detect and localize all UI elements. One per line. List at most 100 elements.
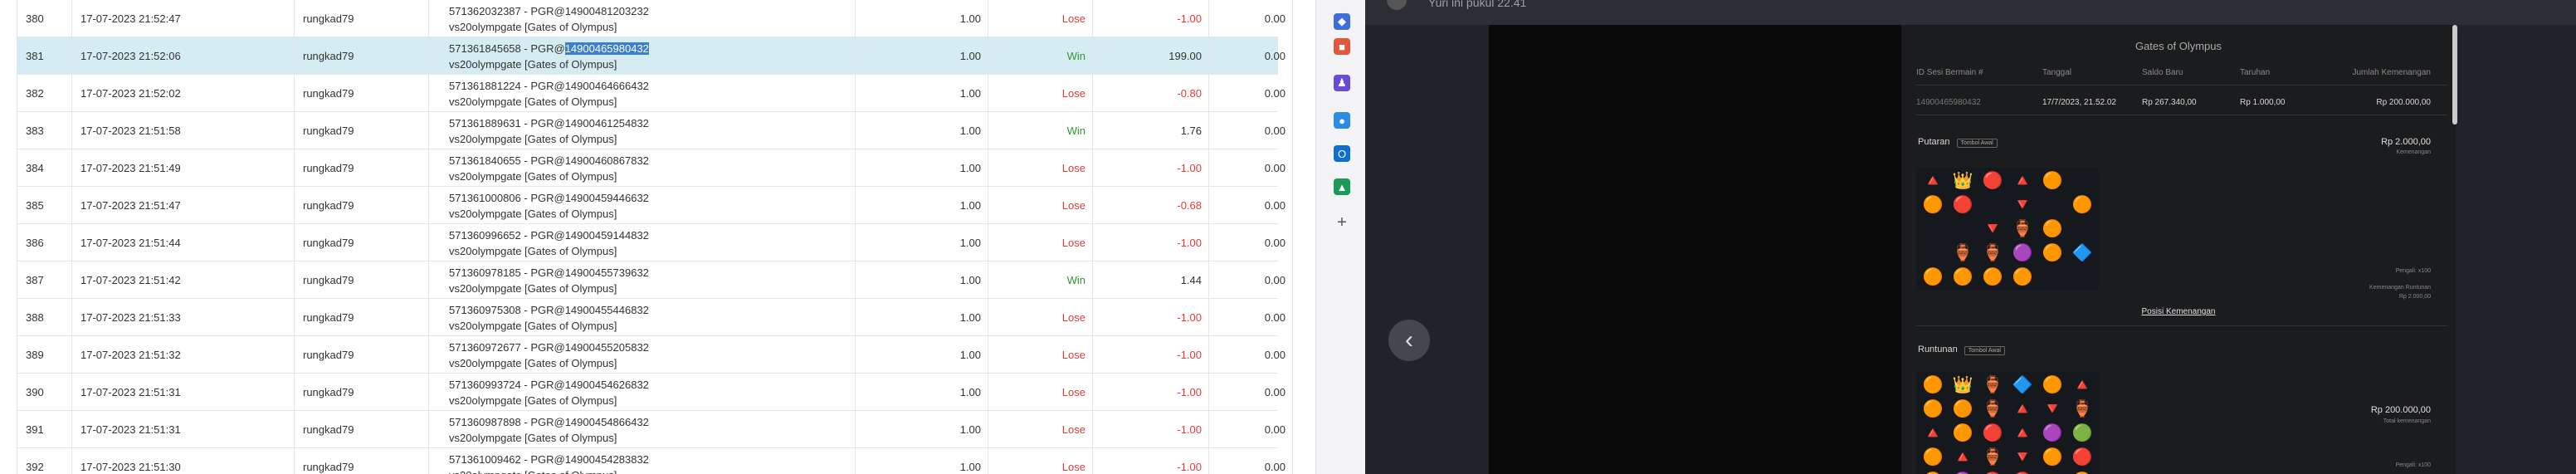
transaction-suffix: 14900454283832: [564, 453, 649, 466]
row-game: vs20olympgate [Gates of Olympus]: [449, 320, 617, 332]
panel-scrollbar[interactable]: [2452, 25, 2457, 125]
table-row[interactable]: 387 17-07-2023 21:51:42 rungkad79 571360978…: [17, 261, 1293, 299]
cell-result: Lose: [988, 187, 1092, 224]
cell-balance: 0.00: [1208, 299, 1293, 336]
row-transaction-id[interactable]: 571361000806 - PGR@14900459446632: [449, 192, 649, 204]
transaction-prefix: 571360993724 - PGR@: [449, 379, 565, 391]
cell-description: 571360993724 - PGR@14900454626832 vs20oly…: [428, 374, 855, 411]
gem-symbol: 🟢: [2071, 423, 2093, 442]
table-row[interactable]: 390 17-07-2023 21:51:31 rungkad79 571360993…: [17, 374, 1293, 411]
row-result: Lose: [1061, 12, 1086, 25]
row-transaction-id[interactable]: 571360993724 - PGR@14900454626832: [449, 379, 649, 391]
cell-result: Win: [988, 37, 1092, 75]
row-bet: 1.00: [959, 274, 981, 286]
cell-bet: 1.00: [855, 149, 988, 187]
table-row[interactable]: 388 17-07-2023 21:51:33 rungkad79 571360975…: [17, 299, 1293, 336]
copilot-icon[interactable]: ●: [1334, 112, 1350, 129]
cell-result: Lose: [988, 75, 1092, 112]
row-bet: 1.00: [959, 199, 981, 212]
row-transaction-id[interactable]: 571360975308 - PGR@14900455446832: [449, 304, 649, 316]
gem-symbol: 🔴: [2071, 447, 2093, 467]
cell-winloss: 1.76: [1092, 112, 1208, 149]
cell-date: 17-07-2023 21:52:02: [71, 75, 294, 112]
avatar[interactable]: [1387, 0, 1407, 10]
row-transaction-id[interactable]: 571361881224 - PGR@14900464666432: [449, 80, 649, 92]
cell-no: 389: [17, 336, 71, 374]
row-result: Lose: [1061, 162, 1086, 174]
tag-icon[interactable]: ◆: [1334, 13, 1350, 30]
table-row[interactable]: 382 17-07-2023 21:52:02 rungkad79 571361881…: [17, 75, 1293, 112]
row-user: rungkad79: [303, 162, 354, 174]
row-number: 388: [26, 311, 44, 324]
history-value: Rp 267.340,00: [2142, 98, 2197, 107]
putaran-amount: Rp 2.000,00: [2381, 137, 2431, 147]
cell-winloss: -1.00: [1092, 374, 1208, 411]
runtunan-label: Runtunan: [1918, 345, 1958, 354]
row-number: 389: [26, 349, 44, 361]
row-transaction-id[interactable]: 571360987898 - PGR@14900454866432: [449, 416, 649, 428]
table-row[interactable]: 380 17-07-2023 21:52:47 rungkad79 571362032…: [17, 0, 1293, 37]
cell-winloss: -1.00: [1092, 149, 1208, 187]
gem-symbol: 🟠: [1922, 376, 1944, 395]
table-row[interactable]: 383 17-07-2023 21:51:58 rungkad79 571361889…: [17, 112, 1293, 149]
putaran-tag: Tombol Awal: [1956, 139, 1998, 148]
row-balance: 0.00: [1264, 274, 1286, 286]
cell-no: 384: [17, 149, 71, 187]
row-transaction-id[interactable]: 571360978185 - PGR@14900455739632: [449, 266, 649, 279]
outlook-icon[interactable]: O: [1334, 145, 1350, 162]
row-bet: 1.00: [959, 237, 981, 249]
row-transaction-id[interactable]: 571362032387 - PGR@14900481203232: [449, 5, 649, 17]
row-date: 17-07-2023 21:51:47: [80, 199, 181, 212]
row-transaction-id[interactable]: 571361889631 - PGR@14900461254832: [449, 117, 649, 129]
gem-symbol: 🔺: [2071, 376, 2093, 395]
team-icon[interactable]: ♟: [1334, 75, 1350, 91]
gem-symbol: [2068, 266, 2096, 288]
row-transaction-id[interactable]: 571360972677 - PGR@14900455205832: [449, 341, 649, 354]
cell-description: 571362032387 - PGR@14900481203232 vs20oly…: [428, 0, 855, 37]
row-balance: 0.00: [1264, 237, 1286, 249]
toolbox-icon[interactable]: ■: [1334, 38, 1350, 55]
cell-date: 17-07-2023 21:52:06: [71, 37, 294, 75]
gem-symbol: 🟠: [2042, 172, 2063, 191]
row-transaction-id[interactable]: 571360996652 - PGR@14900459144832: [449, 229, 649, 242]
cell-balance: 0.00: [1208, 37, 1293, 75]
cell-no: 390: [17, 374, 71, 411]
row-transaction-id[interactable]: 571361009462 - PGR@14900454283832: [449, 453, 649, 466]
table-row[interactable]: 391 17-07-2023 21:51:31 rungkad79 571360987…: [17, 411, 1293, 448]
add-icon[interactable]: +: [1334, 213, 1350, 232]
row-date: 17-07-2023 21:51:44: [80, 237, 181, 249]
cell-balance: 0.00: [1208, 374, 1293, 411]
transaction-suffix: 14900460867832: [564, 154, 649, 167]
cell-bet: 1.00: [855, 112, 988, 149]
gem-symbol: 🏺: [1982, 243, 2003, 262]
table-row[interactable]: 389 17-07-2023 21:51:32 rungkad79 571360972…: [17, 336, 1293, 374]
table-row[interactable]: 381 17-07-2023 21:52:06 rungkad79 571361845…: [17, 37, 1293, 75]
row-user: rungkad79: [303, 423, 354, 436]
gem-symbol: 🟠: [2068, 470, 2096, 474]
gem-symbol: 🟠: [2042, 219, 2063, 238]
runtunan-section-label: Runtunan Tombol Awal: [1918, 345, 2005, 355]
row-winloss: -0.68: [1177, 199, 1202, 212]
row-transaction-id[interactable]: 571361840655 - PGR@14900460867832: [449, 154, 649, 167]
row-date: 17-07-2023 21:51:31: [80, 423, 181, 436]
cell-balance: 0.00: [1208, 112, 1293, 149]
table-row[interactable]: 385 17-07-2023 21:51:47 rungkad79 571361000…: [17, 187, 1293, 224]
table-row[interactable]: 392 17-07-2023 21:51:30 rungkad79 571361009…: [17, 448, 1293, 474]
gem-symbol: 👑: [1952, 376, 1973, 395]
cell-result: Win: [988, 261, 1092, 299]
previous-image-button[interactable]: ‹: [1388, 320, 1430, 361]
drive-icon[interactable]: ▲: [1334, 178, 1350, 195]
history-value: Rp 200.000,00: [2376, 98, 2431, 107]
posisi-kemenangan-link[interactable]: Posisi Kemenangan: [1901, 307, 2456, 316]
cell-balance: 0.00: [1208, 336, 1293, 374]
history-header: Tanggal: [2042, 68, 2072, 77]
gem-symbol: 🟠: [1919, 470, 1947, 474]
gem-symbol: 🏺: [1952, 243, 1973, 262]
table-row[interactable]: 384 17-07-2023 21:51:49 rungkad79 571361840…: [17, 149, 1293, 187]
row-transaction-id[interactable]: 571361845658 - PGR@14900465980432: [449, 42, 649, 55]
gem-symbol: 🔻: [2042, 400, 2063, 419]
row-game: vs20olympgate [Gates of Olympus]: [449, 133, 617, 145]
table-row[interactable]: 386 17-07-2023 21:51:44 rungkad79 571360996…: [17, 224, 1293, 261]
row-game: vs20olympgate [Gates of Olympus]: [449, 469, 617, 474]
cell-user: rungkad79: [294, 224, 428, 261]
